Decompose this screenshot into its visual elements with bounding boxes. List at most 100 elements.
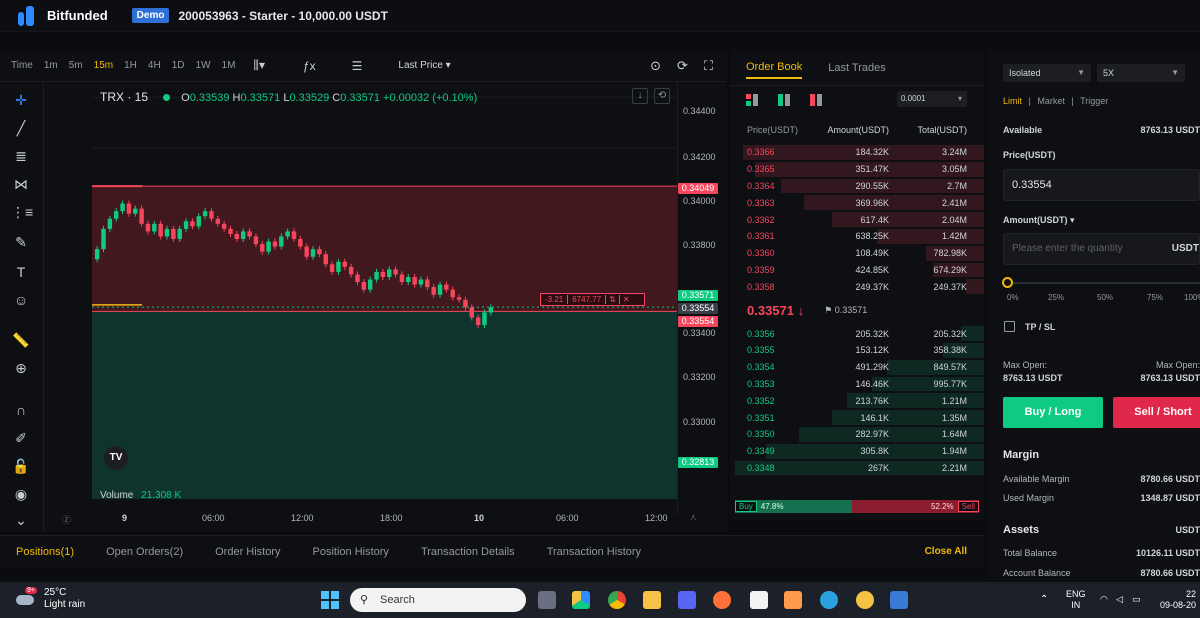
bid-row[interactable]: 0.3349 305.8K 1.94M [730, 443, 984, 460]
menu-icon[interactable]: ☰ [352, 59, 363, 73]
battery-icon[interactable]: ▭ [1132, 594, 1141, 605]
capcut-icon[interactable] [750, 591, 768, 609]
slider-tick[interactable]: 0% [1007, 293, 1019, 302]
timeframe-5m[interactable]: 5m [69, 60, 83, 71]
timeframe-4h[interactable]: 4H [148, 60, 161, 71]
volume-icon[interactable]: ◁ [1116, 594, 1123, 605]
eye-icon[interactable]: ◉ [11, 484, 31, 504]
firefox-icon[interactable] [713, 591, 731, 609]
tab-last-trades[interactable]: Last Trades [828, 58, 885, 78]
close-all-button[interactable]: Close All [925, 546, 967, 557]
close-position-icon[interactable]: ✕ [618, 295, 633, 304]
taskbar-search[interactable]: ⚲ Search [350, 588, 526, 612]
task-view-icon[interactable] [538, 591, 556, 609]
brand-logo[interactable]: Bitfunded [18, 5, 108, 26]
both-sides-view-icon[interactable] [746, 94, 758, 106]
scroll-down-icon[interactable]: ↓ [632, 88, 648, 104]
tab-order-book[interactable]: Order Book [746, 57, 803, 79]
margin-mode-select[interactable]: Isolated ▼ [1003, 64, 1091, 82]
sell-short-button[interactable]: Sell / Short [1113, 397, 1200, 428]
reset-icon[interactable]: ⟲ [654, 88, 670, 104]
magnet-icon[interactable]: ∩ [11, 400, 31, 420]
tpsl-checkbox[interactable] [1004, 321, 1015, 332]
amount-label[interactable]: Amount(USDT) ▾ [1003, 215, 1075, 226]
asks-view-icon[interactable] [810, 94, 822, 106]
wifi-icon[interactable]: ◠ [1100, 594, 1108, 605]
price-axis[interactable]: 0.34400 0.34200 0.34000 0.33800 0.33400 … [677, 82, 727, 515]
tab-transaction-details[interactable]: Transaction Details [421, 546, 515, 558]
timeframe-1h[interactable]: 1H [124, 60, 137, 71]
auto-scale-icon[interactable]: ⋏ [690, 512, 697, 523]
price-input[interactable]: 0.33554 [1003, 169, 1200, 201]
bid-row[interactable]: 0.3355 153.12K 358.38K [730, 342, 984, 359]
amount-slider-track[interactable] [1007, 282, 1200, 284]
reverse-icon[interactable]: ⇅ [605, 295, 619, 304]
price-step-select[interactable]: 0.0001 ▾ [897, 91, 967, 107]
tradingview-logo-icon[interactable]: TV [104, 446, 128, 470]
tab-open-orders[interactable]: Open Orders(2) [106, 546, 183, 558]
bid-row[interactable]: 0.3354 491.29K 849.57K [730, 359, 984, 376]
account-selector[interactable]: 200053963 - Starter - 10,000.00 USDT [178, 9, 387, 23]
bid-row[interactable]: 0.3353 146.46K 995.77K [730, 376, 984, 393]
crosshair-icon[interactable]: ✛ [11, 90, 31, 110]
file-explorer-icon[interactable] [643, 591, 661, 609]
pencil-lock-icon[interactable]: ✐ [11, 428, 31, 448]
chrome-icon[interactable] [608, 591, 626, 609]
windows-start-icon[interactable] [321, 591, 339, 609]
tab-market[interactable]: Market [1037, 96, 1065, 106]
edge-browser-icon[interactable] [572, 591, 590, 609]
bid-row[interactable]: 0.3352 213.76K 1.21M [730, 392, 984, 409]
zoom-icon[interactable]: ⊕ [11, 358, 31, 378]
zoom-out-icon[interactable]: Ⓩ [62, 513, 71, 526]
text-icon[interactable]: T [11, 262, 31, 282]
collapse-icon[interactable]: ⌄ [11, 510, 31, 530]
clock[interactable]: 22 09-08-20 [1160, 589, 1196, 611]
language-indicator[interactable]: ENG IN [1066, 589, 1086, 611]
settings-icon[interactable]: ⊙ [650, 58, 661, 74]
time-axis[interactable]: Ⓩ 9 06:00 12:00 18:00 10 06:00 12:00 [62, 508, 677, 530]
weather-widget[interactable]: 9+ 25°C Light rain [14, 587, 85, 611]
tab-position-history[interactable]: Position History [313, 546, 389, 558]
ask-row[interactable]: 0.3366 184.32K 3.24M [730, 144, 984, 161]
ask-row[interactable]: 0.3365 351.47K 3.05M [730, 161, 984, 178]
slider-tick[interactable]: 75% [1147, 293, 1163, 302]
fullscreen-icon[interactable]: ⛶ [704, 58, 713, 74]
tab-order-history[interactable]: Order History [215, 546, 280, 558]
buy-long-button[interactable]: Buy / Long [1003, 397, 1103, 428]
tab-transaction-history[interactable]: Transaction History [547, 546, 641, 558]
bid-row[interactable]: 0.3351 146.1K 1.35M [730, 409, 984, 426]
emoji-icon[interactable]: ☺ [11, 290, 31, 310]
bids-view-icon[interactable] [778, 94, 790, 106]
leverage-select[interactable]: 5X ▼ [1097, 64, 1185, 82]
tab-positions[interactable]: Positions(1) [16, 546, 74, 558]
timeframe-1mo[interactable]: 1M [222, 60, 236, 71]
ask-row[interactable]: 0.3364 290.55K 2.7M [730, 178, 984, 195]
ask-row[interactable]: 0.3358 249.37K 249.37K [730, 278, 984, 295]
candle-type-icon[interactable]: ⫼▾ [253, 58, 265, 73]
bid-row[interactable]: 0.3356 205.32K 205.32K [730, 325, 984, 342]
amount-slider-handle[interactable] [1002, 277, 1013, 288]
timeframe-15m[interactable]: 15m [94, 60, 113, 71]
bid-row[interactable]: 0.3350 282.97K 1.64M [730, 426, 984, 443]
timeframe-1d[interactable]: 1D [172, 60, 185, 71]
ask-row[interactable]: 0.3361 638.25K 1.42M [730, 228, 984, 245]
ask-row[interactable]: 0.3363 369.96K 2.41M [730, 194, 984, 211]
trendline-icon[interactable]: ╱ [11, 118, 31, 138]
fib-icon[interactable]: ⋮≡ [11, 202, 33, 222]
coin-app-icon[interactable] [856, 591, 874, 609]
ask-row[interactable]: 0.3362 617.4K 2.04M [730, 211, 984, 228]
notes-icon[interactable] [890, 591, 908, 609]
app-icon[interactable] [784, 591, 802, 609]
refresh-icon[interactable]: ⟳ [677, 58, 688, 74]
timeframe-1w[interactable]: 1W [196, 60, 211, 71]
horizontal-lines-icon[interactable]: ≣ [11, 146, 31, 166]
timeframe-1m[interactable]: 1m [44, 60, 58, 71]
slider-tick[interactable]: 50% [1097, 293, 1113, 302]
indicators-icon[interactable]: ƒx [303, 59, 316, 73]
discord-icon[interactable] [678, 591, 696, 609]
slider-tick[interactable]: 100% [1184, 293, 1200, 302]
bid-row[interactable]: 0.3348 267K 2.21M [730, 460, 984, 477]
brush-icon[interactable]: ✎ [11, 232, 31, 252]
tray-overflow-icon[interactable]: ⌃ [1040, 594, 1048, 605]
lock-icon[interactable]: 🔓 [11, 456, 31, 476]
